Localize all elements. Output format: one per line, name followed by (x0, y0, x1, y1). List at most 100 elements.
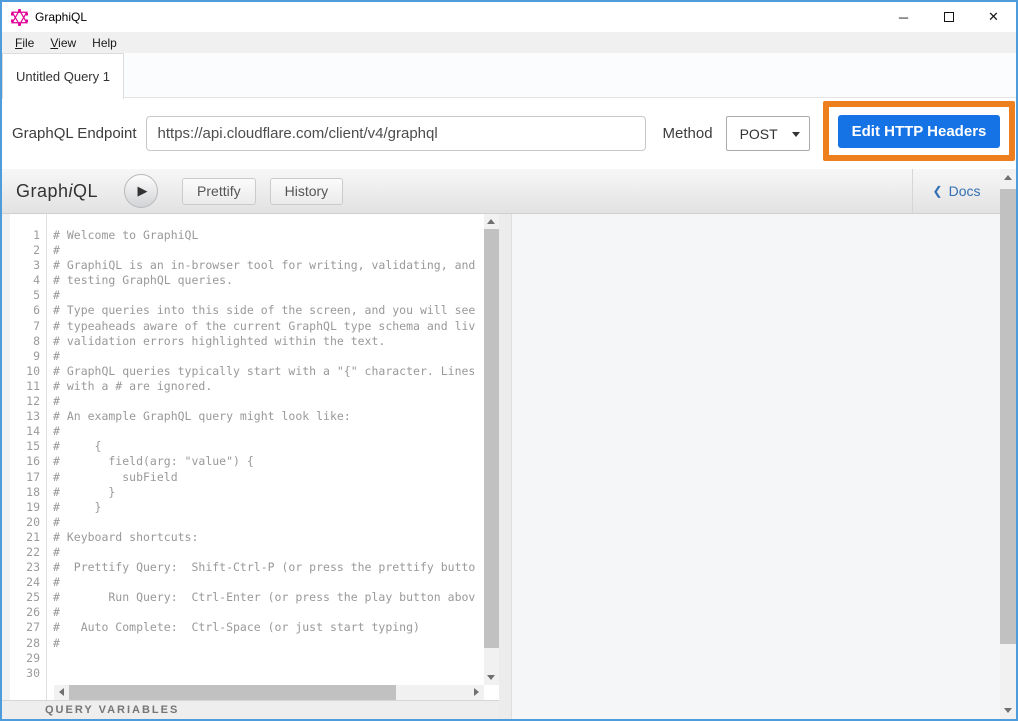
line-number: 8 (10, 334, 40, 349)
line-number: 16 (10, 454, 40, 469)
play-icon: ▶ (138, 183, 148, 199)
line-number: 11 (10, 379, 40, 394)
line-number: 22 (10, 545, 40, 560)
line-number: 18 (10, 485, 40, 500)
graphql-logo-icon (11, 9, 28, 26)
tab-label: Untitled Query 1 (16, 69, 110, 84)
window-title: GraphiQL (35, 10, 87, 24)
code-line: # (53, 243, 484, 258)
scroll-up-icon[interactable] (487, 219, 495, 224)
menu-bar: FileViewHelp (2, 32, 1016, 53)
line-number: 28 (10, 636, 40, 651)
horizontal-scroll-thumb[interactable] (69, 685, 396, 700)
edit-http-headers-button[interactable]: Edit HTTP Headers (838, 115, 1000, 148)
graphiql-toolbar: GraphiQL ▶ Prettify History ❮ Docs (2, 169, 1000, 214)
line-number: 27 (10, 620, 40, 635)
code-line: # field(arg: "value") { (53, 454, 484, 469)
docs-link-label: Docs (949, 183, 981, 199)
line-number: 1 (10, 228, 40, 243)
scroll-down-icon[interactable] (487, 675, 495, 680)
line-number: 19 (10, 500, 40, 515)
scroll-right-icon[interactable] (474, 688, 479, 696)
code-line: # Prettify Query: Shift-Ctrl-P (or press… (53, 560, 484, 575)
graphiql-logo-text: GraphiQL (16, 181, 98, 202)
editor-horizontal-scrollbar[interactable] (54, 685, 484, 700)
code-line: # GraphQL queries typically start with a… (53, 364, 484, 379)
code-line: # { (53, 439, 484, 454)
chevron-left-icon: ❮ (933, 184, 943, 198)
line-number: 2 (10, 243, 40, 258)
highlight-annotation-box: Edit HTTP Headers (823, 101, 1015, 161)
line-number: 14 (10, 424, 40, 439)
window-controls: ─ ✕ (881, 2, 1016, 32)
history-button[interactable]: History (270, 178, 344, 205)
tab-row: Untitled Query 1 (2, 53, 1016, 98)
line-number: 10 (10, 364, 40, 379)
main-area: GraphiQL ▶ Prettify History ❮ Docs 12345… (2, 169, 1016, 719)
code-line: # (53, 575, 484, 590)
title-bar: GraphiQL ─ ✕ (2, 2, 1016, 32)
prettify-button[interactable]: Prettify (182, 178, 256, 205)
line-number: 24 (10, 575, 40, 590)
code-line: # Keyboard shortcuts: (53, 530, 484, 545)
code-line: # (53, 636, 484, 651)
line-number: 7 (10, 319, 40, 334)
code-line: # testing GraphQL queries. (53, 273, 484, 288)
code-line: # } (53, 500, 484, 515)
page-vertical-scrollbar[interactable] (1000, 169, 1016, 719)
tab-untitled-query-1[interactable]: Untitled Query 1 (2, 53, 124, 99)
method-label: Method (663, 125, 713, 142)
query-variables-toggle[interactable]: QUERY VARIABLES (2, 700, 499, 719)
code-line: # Type queries into this side of the scr… (53, 303, 484, 318)
minimize-button[interactable]: ─ (881, 2, 926, 32)
execute-query-button[interactable]: ▶ (124, 174, 158, 208)
menu-file[interactable]: File (7, 34, 42, 52)
close-button[interactable]: ✕ (971, 2, 1016, 32)
code-line: # GraphiQL is an in-browser tool for wri… (53, 258, 484, 273)
code-area[interactable]: # Welcome to GraphiQL## GraphiQL is an i… (47, 214, 484, 700)
query-editor[interactable]: 1234567891011121314151617181920212223242… (2, 214, 499, 700)
code-line: # Run Query: Ctrl-Enter (or press the pl… (53, 590, 484, 605)
line-number: 15 (10, 439, 40, 454)
code-line: # (53, 605, 484, 620)
code-line: # typeaheads aware of the current GraphQ… (53, 319, 484, 334)
menu-view[interactable]: View (42, 34, 84, 52)
method-selected-value: POST (740, 126, 778, 142)
line-number: 12 (10, 394, 40, 409)
line-number-gutter: 1234567891011121314151617181920212223242… (10, 214, 47, 700)
editor-vertical-scrollbar[interactable] (484, 214, 499, 685)
line-number: 17 (10, 470, 40, 485)
app-window: GraphiQL ─ ✕ FileViewHelp Untitled Query… (0, 0, 1018, 721)
code-line: # (53, 515, 484, 530)
line-number: 20 (10, 515, 40, 530)
page-scroll-down-icon[interactable] (1004, 708, 1012, 713)
result-pane (512, 214, 1000, 719)
code-line: # Auto Complete: Ctrl-Space (or just sta… (53, 620, 484, 635)
endpoint-url-input[interactable] (146, 116, 646, 151)
scroll-left-icon[interactable] (59, 688, 64, 696)
maximize-button[interactable] (926, 2, 971, 32)
maximize-icon (944, 12, 954, 22)
pane-resize-handle[interactable] (499, 214, 512, 719)
workspace: 1234567891011121314151617181920212223242… (2, 214, 1000, 719)
line-number: 26 (10, 605, 40, 620)
vertical-scroll-thumb[interactable] (484, 229, 499, 648)
line-number: 3 (10, 258, 40, 273)
docs-toggle[interactable]: ❮ Docs (912, 169, 1000, 213)
query-pane: 1234567891011121314151617181920212223242… (2, 214, 499, 719)
line-number: 6 (10, 303, 40, 318)
page-scroll-thumb[interactable] (1000, 189, 1016, 644)
page-scroll-up-icon[interactable] (1004, 175, 1012, 180)
line-number: 13 (10, 409, 40, 424)
endpoint-label: GraphQL Endpoint (12, 125, 137, 142)
graphiql-container: GraphiQL ▶ Prettify History ❮ Docs 12345… (2, 169, 1000, 719)
code-line: # (53, 545, 484, 560)
code-line: # validation errors highlighted within t… (53, 334, 484, 349)
menu-help[interactable]: Help (84, 34, 125, 52)
line-number: 5 (10, 288, 40, 303)
query-variables-title: QUERY VARIABLES (45, 704, 179, 716)
line-number: 4 (10, 273, 40, 288)
code-line (53, 651, 484, 666)
line-number: 23 (10, 560, 40, 575)
method-select[interactable]: POST (726, 116, 810, 151)
